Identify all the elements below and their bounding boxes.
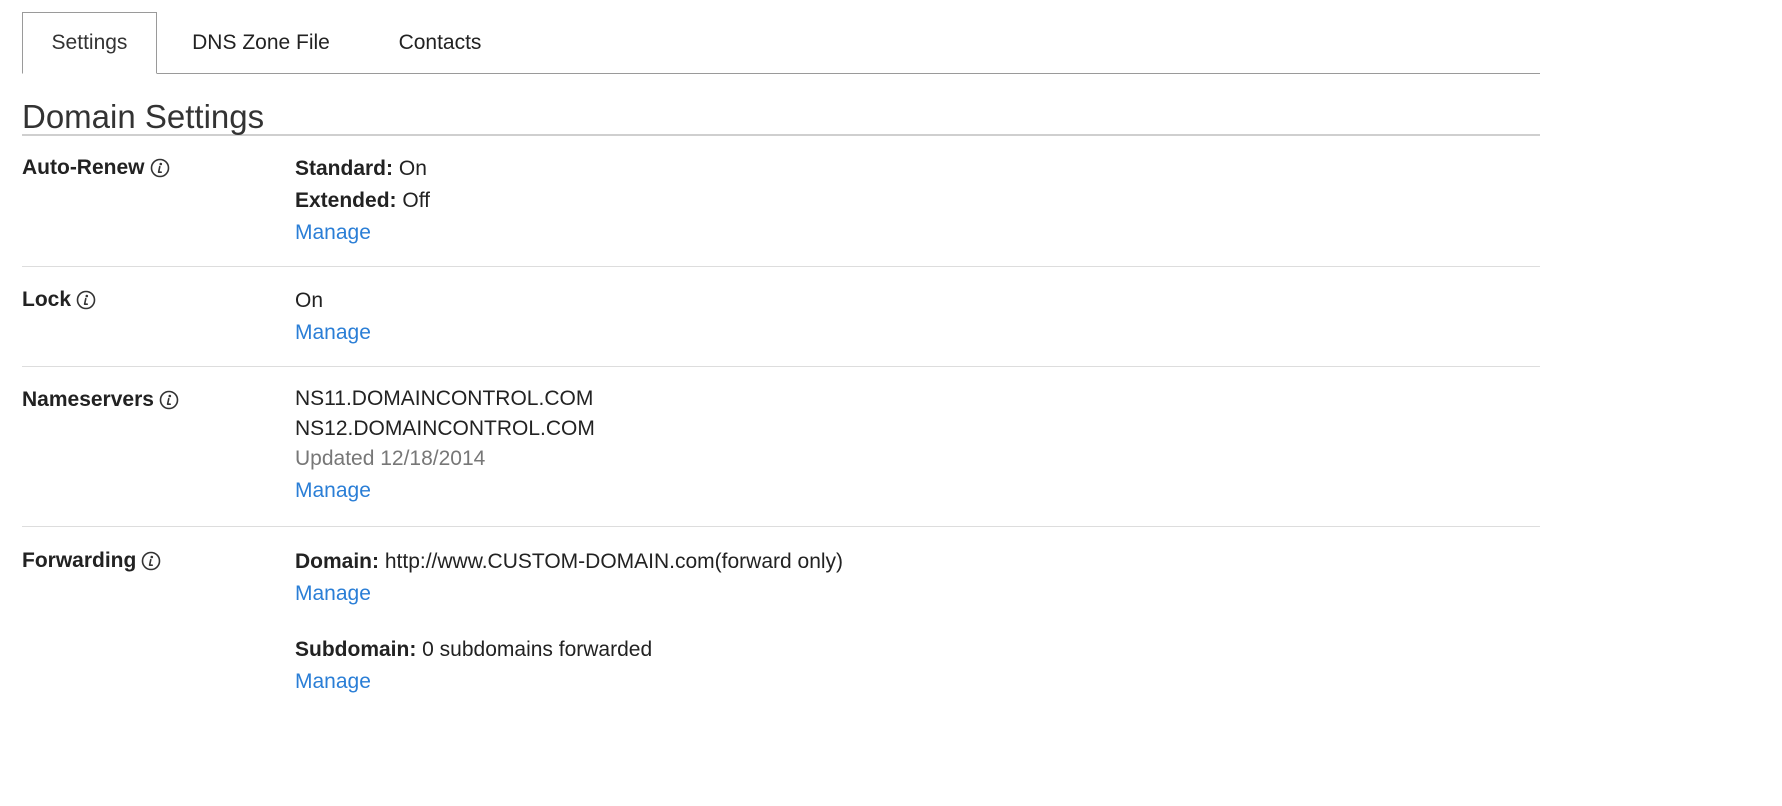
lock-label: Lock: [22, 288, 72, 311]
forwarding-row: Forwarding Domain: http://www.CUSTOM-DOM…: [22, 546, 1540, 706]
forward-domain-line: Domain: http://www.CUSTOM-DOMAIN.com(for…: [295, 546, 843, 578]
lock-manage-link[interactable]: Manage: [295, 317, 371, 349]
auto-renew-value: Standard: On Extended: Off Manage: [295, 153, 430, 249]
extended-label: Extended:: [295, 189, 397, 212]
info-icon[interactable]: [76, 290, 96, 310]
auto-renew-row: Auto-Renew Standard: On Extended: Off Ma…: [22, 153, 1540, 267]
nameservers-label: Nameservers: [22, 388, 154, 411]
forwarding-label: Forwarding: [22, 549, 137, 572]
forward-domain-manage-link[interactable]: Manage: [295, 578, 371, 610]
tab-dns-zone-file[interactable]: DNS Zone File: [157, 13, 365, 73]
lock-row: Lock On Manage: [22, 285, 1540, 367]
tab-bar: Settings DNS Zone File Contacts: [22, 12, 1540, 74]
tab-settings[interactable]: Settings: [22, 12, 157, 74]
section-title: Domain Settings: [22, 98, 1540, 136]
standard-value: On: [398, 157, 427, 180]
forwarding-label-group: Forwarding: [22, 549, 161, 573]
lock-status: On: [295, 289, 324, 312]
standard-label: Standard:: [295, 157, 394, 180]
forward-domain-label: Domain:: [295, 550, 379, 573]
lock-label-group: Lock: [22, 288, 96, 312]
auto-renew-manage-link[interactable]: Manage: [295, 217, 371, 249]
nameserver-1: NS11.DOMAINCONTROL.COM: [295, 387, 594, 410]
info-icon[interactable]: [141, 551, 161, 571]
domain-settings-page: Settings DNS Zone File Contacts Domain S…: [22, 12, 1540, 693]
nameservers-label-group: Nameservers: [22, 388, 179, 412]
auto-renew-label-group: Auto-Renew: [22, 156, 170, 180]
nameservers-updated: Updated 12/18/2014: [295, 447, 486, 470]
lock-value: On Manage: [295, 285, 371, 349]
info-icon[interactable]: [150, 158, 170, 178]
forwarding-value: Domain: http://www.CUSTOM-DOMAIN.com(for…: [295, 546, 843, 698]
nameservers-row: Nameservers NS11.DOMAINCONTROL.COM NS12.…: [22, 386, 1540, 527]
tab-contacts[interactable]: Contacts: [365, 13, 515, 73]
extended-value: Off: [402, 189, 430, 212]
nameservers-value: NS11.DOMAINCONTROL.COM NS12.DOMAINCONTRO…: [295, 384, 595, 508]
forward-subdomain-label: Subdomain:: [295, 638, 417, 661]
forward-domain-value: http://www.CUSTOM-DOMAIN.com(forward onl…: [384, 550, 844, 573]
info-icon[interactable]: [159, 390, 179, 410]
nameservers-manage-link[interactable]: Manage: [295, 474, 371, 508]
forward-subdomain-line: Subdomain: 0 subdomains forwarded: [295, 634, 843, 666]
extended-line: Extended: Off: [295, 185, 430, 217]
nameserver-2: NS12.DOMAINCONTROL.COM: [295, 417, 595, 440]
auto-renew-label: Auto-Renew: [22, 156, 145, 179]
forward-subdomain-manage-link[interactable]: Manage: [295, 666, 371, 698]
standard-line: Standard: On: [295, 153, 430, 185]
forward-subdomain-value: 0 subdomains forwarded: [422, 638, 653, 661]
